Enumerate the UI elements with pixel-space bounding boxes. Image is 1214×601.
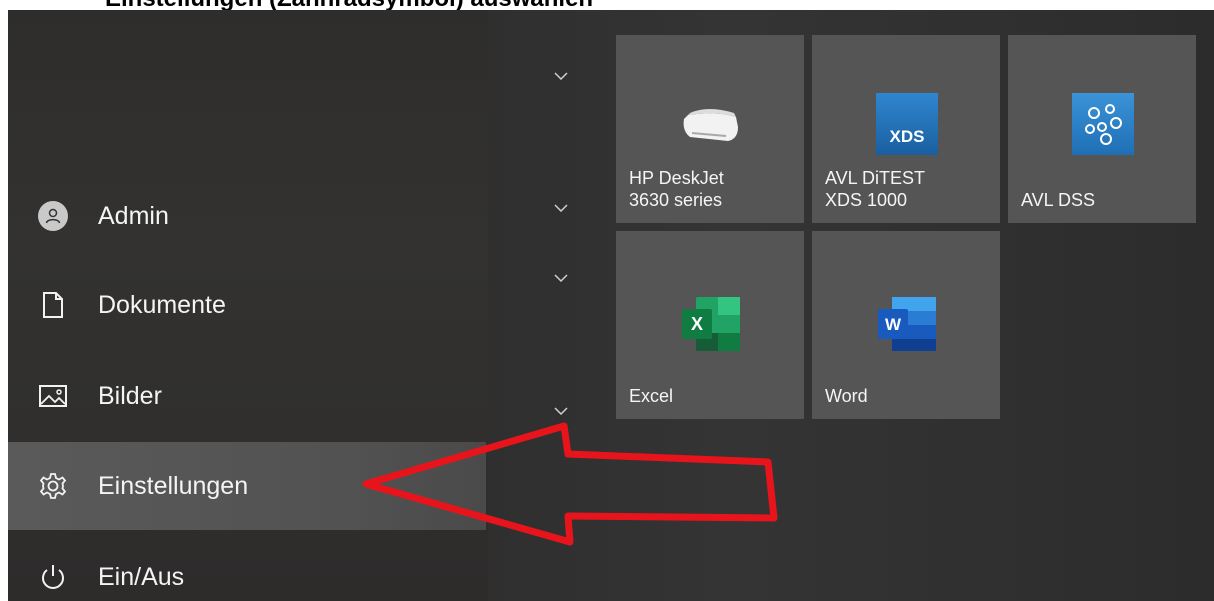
menu-item-bilder[interactable]: Bilder	[8, 352, 486, 440]
menu-item-dokumente[interactable]: Dokumente	[8, 261, 486, 349]
chevron-down-icon[interactable]	[549, 68, 573, 84]
avl-dss-logo-icon	[1072, 93, 1134, 155]
tile-label: Excel	[629, 386, 674, 406]
menu-item-label: Dokumente	[98, 290, 226, 319]
tile-label: AVL DiTEST XDS 1000	[825, 168, 926, 210]
menu-item-label: Admin	[98, 201, 169, 230]
tile-avl-ditest[interactable]: XDS AVL DiTEST XDS 1000	[812, 35, 1000, 223]
instruction-caption: Einstellungen (Zahnradsymbol) auswählen	[105, 0, 593, 10]
xds-logo-icon: XDS	[876, 93, 938, 155]
menu-item-label: Ein/Aus	[98, 562, 185, 591]
user-avatar-icon	[8, 196, 98, 236]
menu-item-label: Bilder	[98, 381, 162, 410]
printer-icon	[678, 103, 742, 152]
svg-text:X: X	[691, 314, 703, 334]
tile-label: Word	[825, 386, 868, 406]
tile-word[interactable]: W Word	[812, 231, 1000, 419]
tile-label: AVL DSS	[1021, 190, 1096, 210]
menu-item-admin[interactable]: Admin	[8, 172, 486, 260]
chevron-down-icon[interactable]	[549, 403, 573, 419]
start-left-panel: Admin Dokumente Bilder Einstellungen Ein…	[8, 10, 488, 601]
power-icon	[8, 557, 98, 597]
chevron-down-icon[interactable]	[549, 270, 573, 286]
start-menu: Admin Dokumente Bilder Einstellungen Ein…	[8, 10, 1214, 601]
document-icon	[8, 285, 98, 325]
menu-item-ein-aus[interactable]: Ein/Aus	[8, 533, 486, 601]
tile-label: HP DeskJet 3630 series	[629, 168, 724, 210]
tile-excel[interactable]: X Excel	[616, 231, 804, 419]
gear-icon	[8, 466, 98, 506]
pictures-icon	[8, 376, 98, 416]
excel-icon: X	[680, 295, 742, 358]
tile-avl-dss[interactable]: AVL DSS	[1008, 35, 1196, 223]
menu-item-einstellungen[interactable]: Einstellungen	[8, 442, 486, 530]
tile-hp-deskjet[interactable]: HP DeskJet 3630 series	[616, 35, 804, 223]
word-icon: W	[876, 295, 938, 358]
svg-text:W: W	[885, 315, 902, 334]
menu-item-label: Einstellungen	[98, 471, 249, 500]
chevron-down-icon[interactable]	[549, 200, 573, 216]
